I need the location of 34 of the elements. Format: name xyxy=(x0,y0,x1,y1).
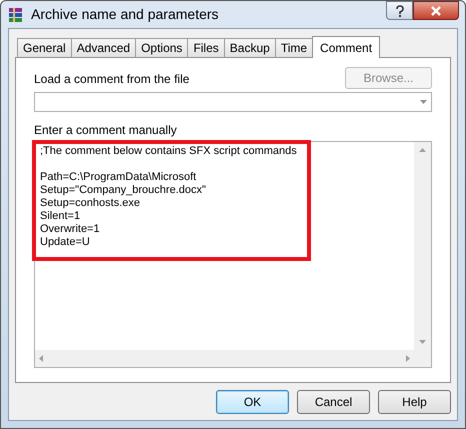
question-mark-icon xyxy=(394,4,404,16)
comment-text-area[interactable]: ;The comment below contains SFX script commands Path=C:\ProgramData\Microsoft Setup="Company_brouchre.docx" Setup=conhosts.exe Silent=1 Overwrite=1 Update=U xyxy=(34,141,432,368)
tab[interactable]: Comment xyxy=(312,36,380,58)
comment-line: Setup=conhosts.exe xyxy=(40,197,141,210)
dialog-button[interactable]: Cancel xyxy=(297,390,370,414)
help-button[interactable] xyxy=(386,1,413,20)
field-label: Load a comment from the file xyxy=(34,71,190,88)
tab[interactable]: General xyxy=(17,38,72,57)
vertical-scrollbar[interactable] xyxy=(414,142,431,367)
file-combo-box[interactable] xyxy=(34,92,432,112)
window-title: Archive name and parameters xyxy=(31,5,219,24)
archive-books-icon xyxy=(7,6,25,24)
dropdown-caret-icon xyxy=(420,100,427,104)
tab[interactable]: Options xyxy=(135,38,188,57)
dialog-button[interactable]: OK xyxy=(216,390,289,414)
tab[interactable]: Time xyxy=(274,38,314,57)
comment-line: Path=C:\ProgramData\Microsoft xyxy=(40,171,198,184)
scroll-left-icon[interactable] xyxy=(39,355,43,362)
scroll-up-icon[interactable] xyxy=(419,148,426,152)
scroll-down-icon[interactable] xyxy=(419,340,426,344)
comment-line: Silent=1 xyxy=(40,210,82,223)
tab[interactable]: Advanced xyxy=(70,38,136,57)
tab[interactable]: Backup xyxy=(224,38,276,57)
tab[interactable]: Files xyxy=(187,38,225,57)
comment-line: ;The comment below contains SFX script commands xyxy=(40,145,298,158)
comment-line: Setup="Company_brouchre.docx" xyxy=(40,184,207,197)
close-icon xyxy=(430,6,442,16)
scroll-right-icon[interactable] xyxy=(406,355,410,362)
comment-line: Update=U xyxy=(40,236,91,249)
horizontal-scrollbar[interactable] xyxy=(35,350,414,367)
dialog-button[interactable]: Help xyxy=(378,390,451,414)
close-button[interactable] xyxy=(413,1,459,20)
field-label: Enter a comment manually xyxy=(34,122,178,139)
comment-line: Overwrite=1 xyxy=(40,223,101,236)
